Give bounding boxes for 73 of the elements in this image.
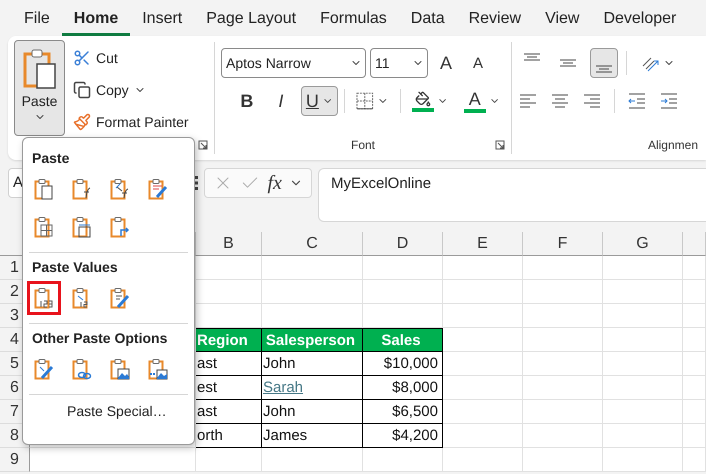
align-top-icon (523, 53, 541, 61)
ribbon-tab[interactable]: Insert (130, 4, 194, 36)
cell-link[interactable]: Sarah (263, 379, 304, 396)
dialog-launcher-icon[interactable] (198, 140, 208, 150)
scissors-icon (73, 49, 91, 67)
group-label: Font (350, 138, 375, 154)
menu-heading: Other Paste Options (31, 329, 168, 348)
cut-button[interactable]: Cut (73, 46, 189, 70)
table-header-cell: Salesperson (262, 328, 363, 352)
table-cell: est (196, 376, 262, 400)
format-painter-button[interactable]: Format Painter (73, 110, 189, 134)
increase-indent-icon (659, 91, 679, 111)
italic-button[interactable]: I (266, 86, 295, 116)
clipboard-icon (108, 357, 132, 381)
font-name-dropdown[interactable]: Aptos Narrow (221, 48, 366, 78)
menu-heading: Paste (31, 149, 70, 168)
table-cell: $8,000 (363, 376, 443, 400)
menu-heading: Paste Values (31, 258, 119, 277)
ribbon-tab[interactable]: Formulas (308, 4, 399, 36)
table-cell: ast (196, 352, 262, 376)
align-middle-icon (559, 59, 577, 67)
paste-special-item[interactable]: Paste Special… (67, 403, 194, 419)
copy-icon (73, 81, 91, 99)
paint-bucket-icon (414, 90, 431, 106)
row-header[interactable]: 9 (0, 448, 30, 472)
shrink-font-button[interactable]: A (464, 48, 492, 78)
clipboard-icon (22, 47, 58, 91)
bold-button[interactable]: B (232, 86, 261, 116)
insert-function-button[interactable]: fx (267, 172, 282, 194)
column-header[interactable]: B (196, 232, 262, 256)
column-header[interactable]: E (443, 232, 523, 256)
paintbrush-icon (73, 113, 91, 131)
paste-option-button[interactable] (27, 281, 61, 315)
column-header[interactable]: F (523, 232, 603, 256)
ribbon-tab[interactable]: View (533, 4, 592, 36)
table-header-cell: Region (196, 328, 262, 352)
ribbon-tab[interactable]: Review (456, 4, 534, 36)
clipboard-icon (108, 215, 132, 239)
cell-text: John (263, 403, 296, 420)
paste-button[interactable]: Paste (14, 40, 65, 136)
font-color-button[interactable]: A (458, 86, 505, 116)
table-cell: $6,500 (363, 400, 443, 424)
column-header[interactable]: D (363, 232, 443, 256)
ribbon-tab[interactable]: Developer (591, 4, 688, 36)
borders-icon (356, 92, 374, 110)
group-label: Alignmen (648, 138, 698, 154)
clipboard-icon (70, 357, 94, 381)
table-cell: $4,200 (363, 424, 443, 448)
dialog-launcher-icon[interactable] (495, 140, 505, 150)
ribbon-tab[interactable]: Page Layout (194, 4, 308, 36)
table-cell: ast (196, 400, 262, 424)
grow-font-button[interactable]: A (432, 48, 460, 78)
align-bottom-icon (595, 65, 613, 73)
underline-button[interactable]: U (300, 86, 338, 116)
ribbon-tab[interactable]: File (12, 4, 62, 36)
ribbon-tab[interactable]: Data (398, 4, 457, 36)
align-bottom-button[interactable] (590, 48, 618, 78)
copy-button[interactable]: Copy (73, 78, 189, 102)
clipboard-icon (108, 286, 132, 310)
clipboard-icon (32, 357, 56, 381)
clipboard-icon (146, 357, 170, 381)
table-header-cell: Sales (363, 328, 443, 352)
cell-text: James (263, 427, 308, 444)
decrease-indent-icon (627, 91, 647, 111)
formula-input[interactable]: MyExcelOnline (318, 168, 706, 222)
font-size-dropdown[interactable]: 11 (370, 48, 428, 78)
cell-text: John (263, 355, 296, 372)
table-cell: $10,000 (363, 352, 443, 376)
table-cell: orth (196, 424, 262, 448)
column-header[interactable]: C (262, 232, 363, 256)
column-header[interactable]: G (603, 232, 683, 256)
column-header[interactable] (683, 232, 706, 256)
clipboard-icon (146, 177, 170, 201)
